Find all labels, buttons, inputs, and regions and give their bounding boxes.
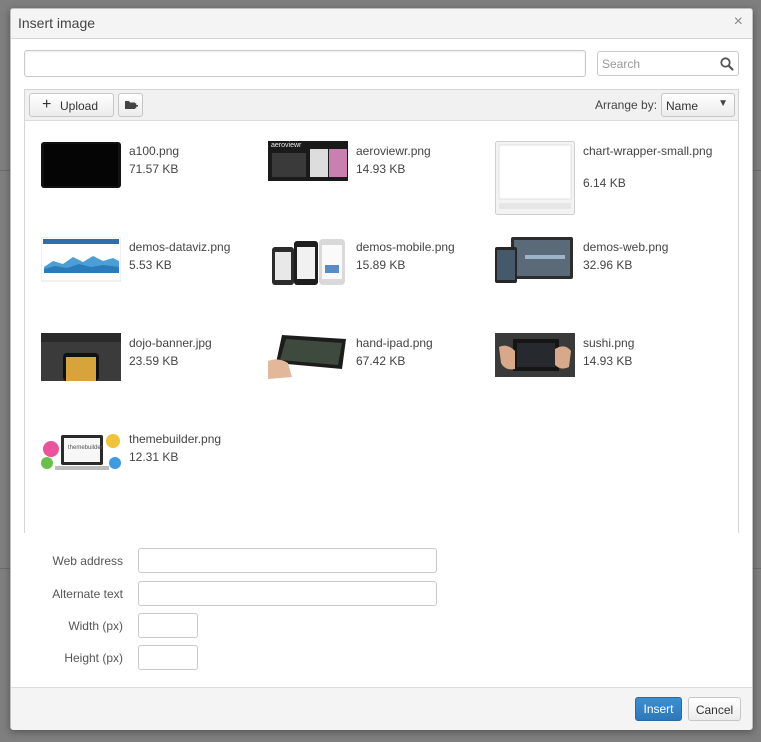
file-name: a100.png	[129, 144, 180, 158]
file-size: 14.93 KB	[356, 162, 406, 176]
thumbnail-image	[41, 237, 121, 285]
file-toolbar: + Upload Arrange by: Name ▼	[24, 89, 739, 121]
height-field[interactable]	[138, 645, 198, 670]
file-size: 5.53 KB	[129, 258, 172, 272]
close-icon[interactable]: ×	[734, 14, 743, 30]
file-size: 15.89 KB	[356, 258, 406, 272]
alternate-text-field[interactable]	[138, 581, 437, 606]
thumbnail-image	[41, 333, 121, 381]
file-item[interactable]: sushi.png 14.93 KB	[495, 333, 715, 419]
file-name: dojo-banner.jpg	[129, 336, 212, 350]
file-item[interactable]: a100.png 71.57 KB	[41, 141, 261, 227]
width-label: Width (px)	[68, 619, 123, 633]
thumbnail-logo-text: themebuilder	[68, 445, 103, 451]
arrange-by-label: Arrange by:	[595, 98, 658, 112]
file-name: demos-dataviz.png	[129, 240, 231, 254]
arrange-by-select[interactable]: Name ▼	[661, 93, 735, 117]
file-name: demos-mobile.png	[356, 240, 455, 254]
file-item[interactable]: demos-mobile.png 15.89 KB	[268, 237, 488, 323]
dialog-titlebar[interactable]: Insert image ×	[11, 9, 752, 39]
file-name: themebuilder.png	[129, 432, 222, 446]
new-folder-icon	[125, 101, 138, 109]
file-item[interactable]: demos-web.png 32.96 KB	[495, 237, 715, 323]
file-size: 67.42 KB	[356, 354, 406, 368]
web-address-field[interactable]	[138, 548, 437, 573]
search-icon[interactable]	[719, 56, 735, 72]
thumbnail-image	[495, 237, 575, 285]
thumbnail-image	[268, 333, 348, 381]
file-item[interactable]: dojo-banner.jpg 23.59 KB	[41, 333, 261, 419]
file-size: 12.31 KB	[129, 450, 179, 464]
cancel-button[interactable]: Cancel	[688, 697, 741, 721]
file-item[interactable]: aeroviewr aeroviewr.png 14.93 KB	[268, 141, 488, 227]
insert-image-dialog: Insert image × + Upload Arrange by: Name…	[10, 8, 753, 730]
file-size: 32.96 KB	[583, 258, 633, 272]
dialog-footer: Insert Cancel	[11, 687, 752, 730]
breadcrumb-path-field[interactable]	[24, 50, 586, 77]
file-size: 71.57 KB	[129, 162, 179, 176]
file-size: 14.93 KB	[583, 354, 633, 368]
file-name: hand-ipad.png	[356, 336, 433, 350]
file-item[interactable]: hand-ipad.png 67.42 KB	[268, 333, 488, 419]
width-field[interactable]	[138, 613, 198, 638]
upload-label: Upload	[60, 99, 99, 113]
height-label: Height (px)	[64, 651, 123, 665]
file-list: a100.png 71.57 KB aeroviewr aeroviewr.pn…	[24, 121, 739, 533]
thumbnail-logo-text: aeroviewr	[271, 142, 302, 149]
thumbnail-image: themebuilder	[41, 429, 121, 477]
thumbnail-image	[495, 141, 575, 217]
search-input[interactable]	[598, 52, 724, 75]
dialog-title: Insert image	[18, 15, 96, 31]
file-name: demos-web.png	[583, 240, 669, 254]
upload-button[interactable]: + Upload	[29, 93, 114, 117]
file-item[interactable]: themebuilder themebuilder.png 12.31 KB	[41, 429, 261, 515]
insert-button[interactable]: Insert	[635, 697, 682, 721]
plus-icon: +	[42, 96, 52, 113]
chevron-down-icon: ▼	[718, 98, 728, 109]
web-address-label: Web address	[52, 554, 123, 568]
file-name: sushi.png	[583, 336, 635, 350]
new-folder-button[interactable]	[118, 93, 143, 117]
thumbnail-image	[268, 237, 348, 285]
file-size: 6.14 KB	[583, 176, 626, 190]
file-name: aeroviewr.png	[356, 144, 431, 158]
file-name: chart-wrapper-small.png	[583, 144, 713, 158]
thumbnail-image: aeroviewr	[268, 141, 348, 189]
alternate-text-label: Alternate text	[52, 587, 123, 601]
arrange-by-value: Name	[666, 99, 699, 113]
file-item[interactable]: demos-dataviz.png 5.53 KB	[41, 237, 261, 323]
file-item[interactable]: chart-wrapper-small.png 6.14 KB	[495, 141, 715, 227]
thumbnail-image	[41, 141, 121, 189]
thumbnail-image	[495, 333, 575, 381]
file-size: 23.59 KB	[129, 354, 179, 368]
search-box	[597, 51, 739, 76]
